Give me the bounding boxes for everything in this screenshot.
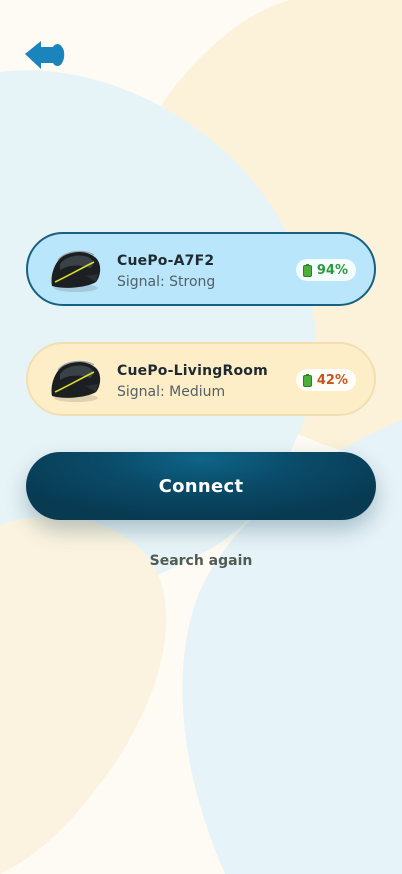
device-name: CuePo-A7F2 [117,253,215,269]
battery-percentage: 42% [316,372,348,388]
device-signal: Signal: Medium [117,384,226,400]
connect-button-label: Connect [158,475,244,497]
battery-badge: 94% [295,259,356,281]
device-signal: Signal: Strong [117,274,216,290]
device-card-cuepo-livingroom[interactable]: CuePo-LivingRoom Signal: Medium 42% [26,342,376,416]
connect-button[interactable]: Connect [26,452,376,520]
back-arrow-icon [25,41,65,69]
robot-device-image [51,360,101,402]
battery-badge: 42% [295,369,356,391]
robot-device-image [51,250,101,292]
battery-icon [302,373,312,387]
battery-percentage: 94% [316,262,348,278]
background-decoration [0,0,402,874]
back-button[interactable] [22,36,68,74]
device-card-cuepo-a7f2[interactable]: CuePo-A7F2 Signal: Strong 94% [26,232,376,306]
battery-icon [302,263,312,277]
search-again-link[interactable]: Search again [0,553,402,569]
device-name: CuePo-LivingRoom [117,363,268,379]
